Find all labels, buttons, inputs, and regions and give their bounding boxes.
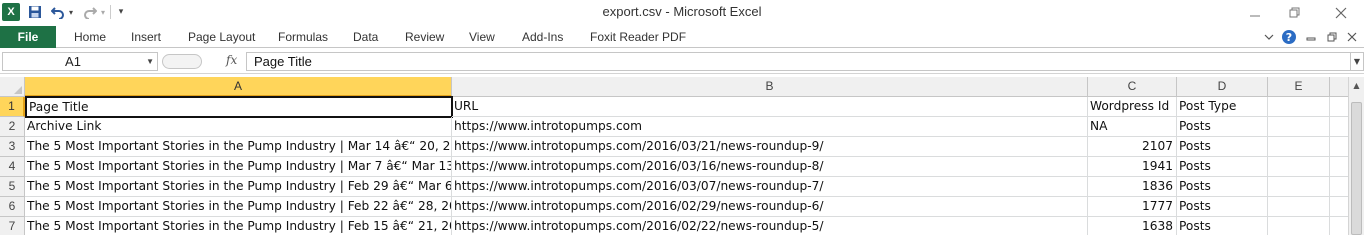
cell-b7[interactable]: https://www.introtopumps.com/2016/02/22/… xyxy=(452,217,1088,235)
formula-bar: A1 ▼ fx Page Title ▼ xyxy=(0,50,1364,74)
row-header-5[interactable]: 5 xyxy=(0,177,25,197)
scroll-up-icon[interactable]: ▲ xyxy=(1350,78,1363,92)
cell-e6[interactable] xyxy=(1268,197,1330,217)
cell-b2[interactable]: https://www.introtopumps.com xyxy=(452,117,1088,137)
name-box-value: A1 xyxy=(65,54,81,69)
cell-e5[interactable] xyxy=(1268,177,1330,197)
tab-foxit-reader-pdf[interactable]: Foxit Reader PDF xyxy=(590,30,686,44)
cell-c7[interactable]: 1638 xyxy=(1088,217,1177,235)
row-header-7[interactable]: 7 xyxy=(0,217,25,235)
tab-formulas[interactable]: Formulas xyxy=(278,30,328,44)
cell-overflow[interactable] xyxy=(1330,177,1348,197)
tab-view[interactable]: View xyxy=(469,30,495,44)
cell-b3[interactable]: https://www.introtopumps.com/2016/03/21/… xyxy=(452,137,1088,157)
cell-a1[interactable]: Page Title xyxy=(25,96,453,118)
cell-overflow[interactable] xyxy=(1330,197,1348,217)
name-box[interactable]: A1 ▼ xyxy=(2,52,158,71)
cell-c2[interactable]: NA xyxy=(1088,117,1177,137)
cell-a3[interactable]: The 5 Most Important Stories in the Pump… xyxy=(25,137,452,157)
row-header-6[interactable]: 6 xyxy=(0,197,25,217)
cell-d4[interactable]: Posts xyxy=(1177,157,1268,177)
cell-d1[interactable]: Post Type xyxy=(1177,97,1268,117)
cell-c4[interactable]: 1941 xyxy=(1088,157,1177,177)
select-all-button[interactable] xyxy=(0,77,25,97)
help-icon[interactable]: ? xyxy=(1281,29,1297,45)
tab-review[interactable]: Review xyxy=(405,30,444,44)
vertical-scrollbar[interactable]: ▲ xyxy=(1348,77,1364,235)
title-bar: X ▾ ▾ ▾ export.csv - Microsoft Excel xyxy=(0,0,1364,26)
cell-b6[interactable]: https://www.introtopumps.com/2016/02/29/… xyxy=(452,197,1088,217)
cell-c6[interactable]: 1777 xyxy=(1088,197,1177,217)
workbook-restore-icon[interactable] xyxy=(1324,29,1340,45)
minimize-icon[interactable] xyxy=(1241,2,1269,24)
formula-input[interactable]: Page Title xyxy=(246,52,1350,71)
cell-overflow[interactable] xyxy=(1330,117,1348,137)
column-header-a[interactable]: A xyxy=(25,77,452,97)
workbook-minimize-icon[interactable] xyxy=(1303,29,1319,45)
close-icon[interactable] xyxy=(1327,2,1355,24)
scrollbar-thumb[interactable] xyxy=(1351,102,1362,235)
window-title: export.csv - Microsoft Excel xyxy=(602,4,762,19)
cell-b1[interactable]: URL xyxy=(452,97,1088,117)
cell-e4[interactable] xyxy=(1268,157,1330,177)
cell-a5[interactable]: The 5 Most Important Stories in the Pump… xyxy=(25,177,452,197)
row-header-2[interactable]: 2 xyxy=(0,117,25,137)
restore-icon[interactable] xyxy=(1281,2,1309,24)
worksheet-grid: A B C D E 1 Page Title URL Wordpress Id … xyxy=(0,77,1348,235)
insert-function-icon[interactable]: fx xyxy=(226,53,237,67)
row-header-1[interactable]: 1 xyxy=(0,97,25,117)
formula-bar-resize-handle[interactable] xyxy=(162,54,202,69)
tab-home[interactable]: Home xyxy=(74,30,106,44)
cell-overflow[interactable] xyxy=(1330,157,1348,177)
tab-add-ins[interactable]: Add-Ins xyxy=(522,30,563,44)
cell-c1[interactable]: Wordpress Id xyxy=(1088,97,1177,117)
cell-d6[interactable]: Posts xyxy=(1177,197,1268,217)
cell-overflow[interactable] xyxy=(1330,97,1348,117)
cell-e3[interactable] xyxy=(1268,137,1330,157)
row-header-3[interactable]: 3 xyxy=(0,137,25,157)
row-header-4[interactable]: 4 xyxy=(0,157,25,177)
column-header-overflow[interactable] xyxy=(1330,77,1348,97)
cell-c3[interactable]: 2107 xyxy=(1088,137,1177,157)
ribbon-tabs: File Home Insert Page Layout Formulas Da… xyxy=(0,26,1364,48)
cell-b4[interactable]: https://www.introtopumps.com/2016/03/16/… xyxy=(452,157,1088,177)
cell-a6[interactable]: The 5 Most Important Stories in the Pump… xyxy=(25,197,452,217)
column-header-d[interactable]: D xyxy=(1177,77,1268,97)
name-box-dropdown-icon[interactable]: ▼ xyxy=(146,57,154,66)
cell-d3[interactable]: Posts xyxy=(1177,137,1268,157)
minimize-ribbon-icon[interactable] xyxy=(1261,29,1277,45)
column-header-b[interactable]: B xyxy=(452,77,1088,97)
tab-page-layout[interactable]: Page Layout xyxy=(188,30,255,44)
svg-text:?: ? xyxy=(1286,31,1292,44)
column-header-e[interactable]: E xyxy=(1268,77,1330,97)
cell-d5[interactable]: Posts xyxy=(1177,177,1268,197)
cell-overflow[interactable] xyxy=(1330,217,1348,235)
cell-d7[interactable]: Posts xyxy=(1177,217,1268,235)
tab-data[interactable]: Data xyxy=(353,30,378,44)
formula-controls: fx xyxy=(160,52,244,71)
workbook-close-icon[interactable] xyxy=(1344,29,1360,45)
cell-a2[interactable]: Archive Link xyxy=(25,117,452,137)
cell-a4[interactable]: The 5 Most Important Stories in the Pump… xyxy=(25,157,452,177)
cell-e1[interactable] xyxy=(1268,97,1330,117)
cell-overflow[interactable] xyxy=(1330,137,1348,157)
file-tab[interactable]: File xyxy=(0,26,56,48)
cell-e2[interactable] xyxy=(1268,117,1330,137)
formula-content: Page Title xyxy=(254,54,312,69)
cell-a7[interactable]: The 5 Most Important Stories in the Pump… xyxy=(25,217,452,235)
column-header-c[interactable]: C xyxy=(1088,77,1177,97)
cell-e7[interactable] xyxy=(1268,217,1330,235)
cell-d2[interactable]: Posts xyxy=(1177,117,1268,137)
expand-formula-bar-icon[interactable]: ▼ xyxy=(1350,52,1364,71)
cell-b5[interactable]: https://www.introtopumps.com/2016/03/07/… xyxy=(452,177,1088,197)
tab-insert[interactable]: Insert xyxy=(131,30,161,44)
cell-c5[interactable]: 1836 xyxy=(1088,177,1177,197)
